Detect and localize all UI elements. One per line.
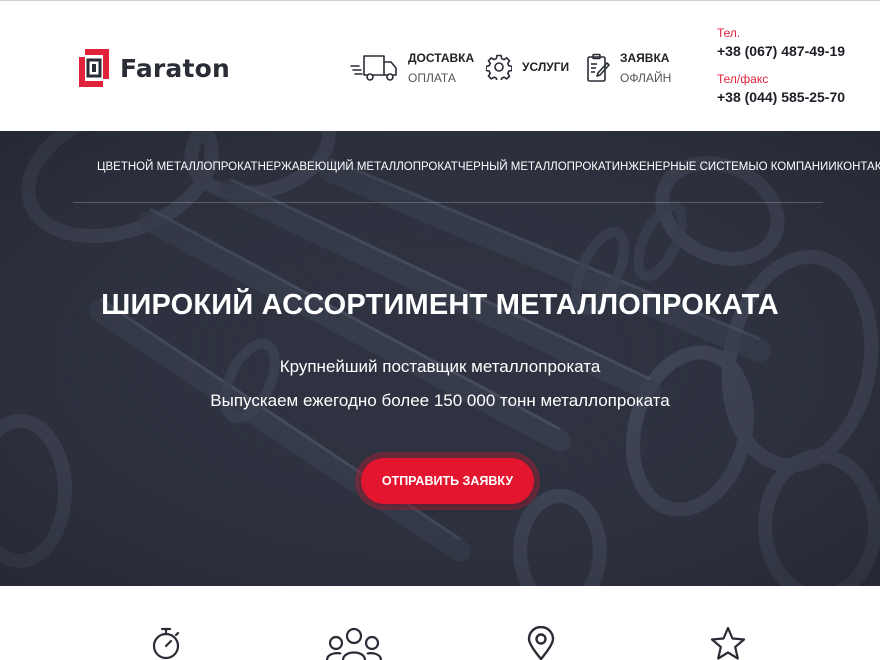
hero-section: Цветной металлопрокат Нержавеющий металл… — [0, 131, 880, 586]
site-header: Faraton Доставка Оплата — [0, 0, 880, 131]
fax-label: Тел/факс — [717, 72, 769, 86]
logo-mark-icon — [79, 49, 109, 87]
nav-item-ferrous[interactable]: Черный металлопрокат — [458, 161, 612, 173]
phone-label: Тел. — [717, 26, 741, 40]
cta-glow: Отправить заявку — [355, 452, 540, 510]
header-delivery-link[interactable]: Доставка Оплата — [350, 48, 474, 88]
hero-subtitle-2: Выпускаем ежегодно более 150 000 тонн ме… — [210, 391, 670, 410]
location-pin-icon — [527, 626, 555, 660]
send-request-button[interactable]: Отправить заявку — [361, 458, 534, 504]
main-nav: Цветной металлопрокат Нержавеющий металл… — [73, 131, 880, 203]
hero-subtitle-1: Крупнейший поставщик металлопроката — [279, 357, 601, 376]
header-services-link[interactable]: Услуги — [486, 54, 569, 80]
nav-item-contacts[interactable]: Контакты — [837, 161, 880, 173]
header-contacts: Тел. +38 (067) 487-49-19 Тел/факс +38 (0… — [717, 25, 845, 107]
services-label: Услуги — [522, 60, 570, 74]
gear-icon — [486, 54, 512, 80]
header-request-link[interactable]: Заявка Офлайн — [586, 48, 671, 88]
delivery-label: Доставка — [408, 51, 475, 65]
logo-text: Faraton — [120, 53, 231, 83]
nav-item-engineering[interactable]: Инженерные системы — [612, 161, 759, 173]
nav-item-about[interactable]: О компании — [759, 161, 837, 173]
nav-item-nonferrous[interactable]: Цветной металлопрокат — [97, 161, 258, 173]
clipboard-edit-icon — [587, 53, 610, 82]
stopwatch-icon — [152, 627, 180, 660]
hero-title: Широкий ассортимент металлопроката — [101, 289, 779, 321]
truck-icon — [350, 55, 397, 81]
team-icon — [325, 627, 383, 660]
star-icon — [710, 626, 746, 660]
nav-item-stainless[interactable]: Нержавеющий металлопрокат — [258, 161, 458, 173]
request-label: Заявка — [620, 51, 670, 65]
offline-label: Офлайн — [620, 71, 672, 85]
logo[interactable]: Faraton — [77, 44, 230, 92]
fax-number[interactable]: +38 (044) 585-25-70 — [717, 87, 845, 107]
features-strip — [0, 586, 880, 660]
phone-number[interactable]: +38 (067) 487-49-19 — [717, 41, 845, 61]
payment-label: Оплата — [408, 71, 456, 85]
